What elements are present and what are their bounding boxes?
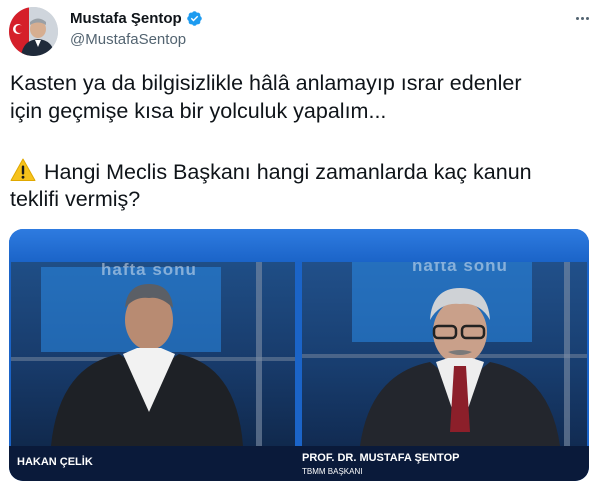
warning-icon [10,158,36,181]
show-watermark-right: hafta sonu [412,262,508,275]
tweet-text-line-3-text: Hangi Meclis Başkanı hangi zamanlarda ka… [44,160,532,184]
show-watermark-left: hafta sonu [101,262,197,279]
media-caption-bar [9,446,589,481]
author-name[interactable]: Mustafa Şentop [70,10,182,27]
right-caption: PROF. DR. MUSTAFA ŞENTOP [302,452,460,464]
tweet-text-line-3: Hangi Meclis Başkanı hangi zamanlarda ka… [10,158,532,186]
author-row: Mustafa Şentop [70,10,203,27]
tweet-text-line-4: teklifi vermiş? [10,187,141,211]
media-left-panel: hafta sonu [11,262,295,446]
media-right-panel: hafta sonu [302,262,587,446]
tweet-text-line-1: Kasten ya da bilgisizlikle hâlâ anlamayı… [10,71,522,95]
tweet: Mustafa Şentop @MustafaSentop Kasten ya … [0,0,600,487]
author-handle[interactable]: @MustafaSentop [70,31,186,48]
tweet-text-line-2: için geçmişe kısa bir yolculuk yapalım..… [10,99,387,123]
speaker-image [302,262,587,446]
left-caption: HAKAN ÇELİK [17,456,93,468]
right-subcaption: TBMM BAŞKANI [302,467,363,476]
media-top-strip [9,229,589,262]
tweet-media[interactable]: hafta sonu hafta sonu HAKAN ÇELİK PROF. … [9,229,589,481]
avatar[interactable] [9,7,58,56]
verified-icon [186,11,202,26]
guest-image [11,262,295,446]
avatar-photo [9,7,58,56]
more-options-icon[interactable] [572,10,592,26]
